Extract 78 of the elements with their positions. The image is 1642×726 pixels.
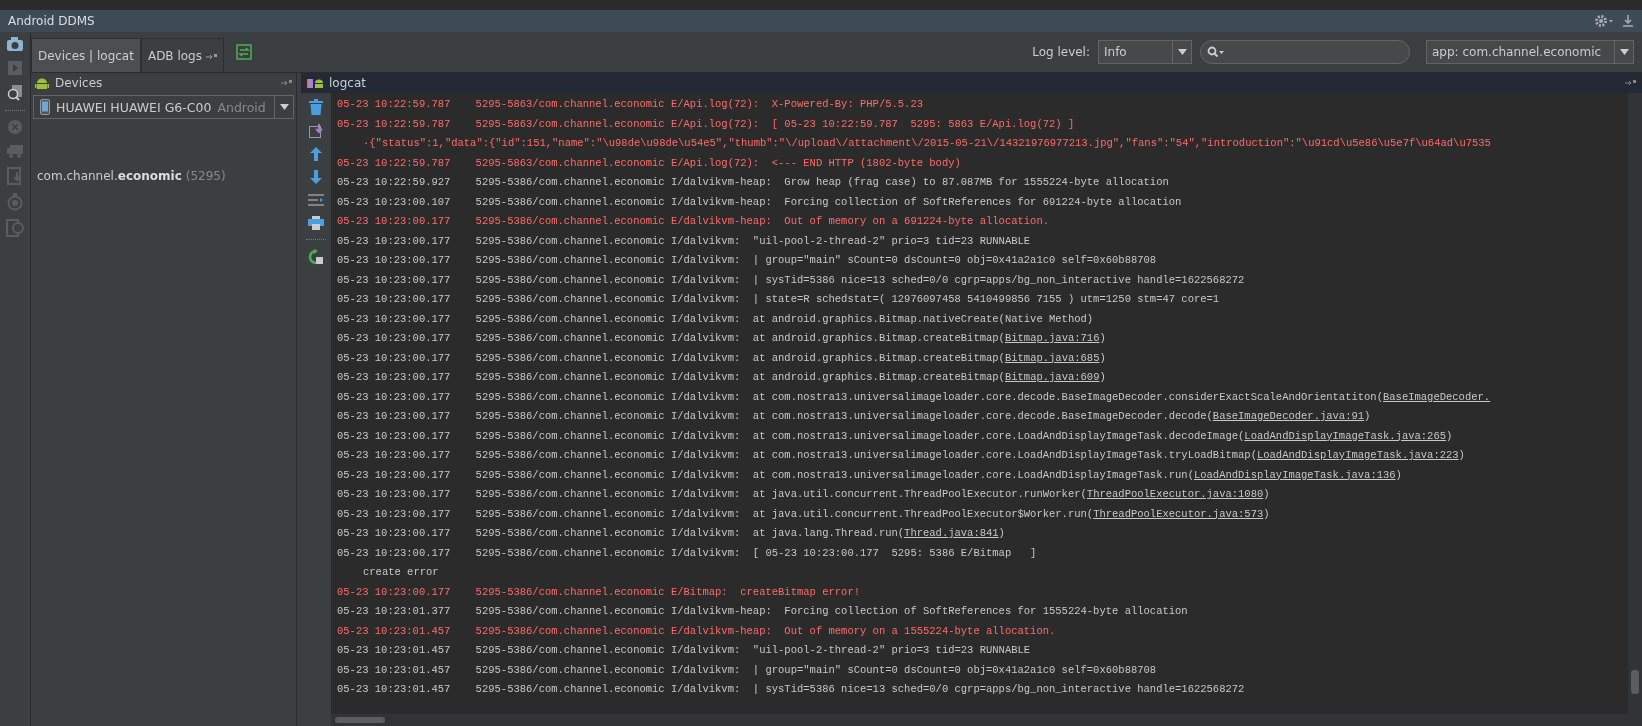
search-field[interactable] bbox=[1200, 40, 1410, 64]
log-line: 05-23 10:23:00.177 5295-5386/com.channel.economic I/dalvikvm: at com.nostra13.universalimageloader.core.decode.BaseImageDecoder.considerExactScaleAndOrientatiton(BaseImageDecoder. bbox=[337, 390, 1491, 403]
log-line: 05-23 10:23:00.177 5295-5386/com.channel.economic I/dalvikvm: | group="main" sCount=0 dsCount=0 obj=0x41a2a1c0 self=0x60b88708 bbox=[337, 254, 1157, 266]
scrollbar-thumb[interactable] bbox=[1631, 670, 1639, 694]
source-link[interactable]: LoadAndDisplayImageTask.java:223 bbox=[1256, 449, 1459, 461]
settings-icon[interactable] bbox=[1594, 14, 1614, 28]
log-line: 05-23 10:23:00.177 5295-5386/com.channel.economic I/dalvikvm: "uil-pool-2-thread-2" prio=3 tid=23 RUNNABLE bbox=[337, 234, 1031, 247]
logcat-icon bbox=[307, 77, 323, 89]
pin-icon[interactable] bbox=[205, 53, 217, 60]
log-line: 05-23 10:22:59.787 5295-5863/com.channel.economic E/Api.log(72): X-Powered-By: PHP/5.5.23 bbox=[337, 98, 923, 110]
arrow-up-icon[interactable] bbox=[310, 147, 322, 161]
log-line: 05-23 10:23:01.377 5295-5386/com.channel.economic I/dalvikvm-heap: Forcing collection of SoftReferences for 1555224-byte allocation bbox=[337, 605, 1188, 617]
caret-icon bbox=[1619, 49, 1629, 55]
log-line: 05-23 10:23:00.177 5295-5386/com.channel.economic I/dalvikvm: at android.graphics.Bitmap.createBitmap(Bitmap.java:685) bbox=[337, 351, 1106, 364]
window-title: Android DDMS bbox=[8, 14, 95, 28]
pin-icon[interactable] bbox=[1625, 80, 1636, 86]
log-line: ·{"status":1,"data":{"id":151,"name":"\u98de\u98de\u54e5","thumb":"\/upload\/attachment\/2015-05-21\/14321976977213.jpg","fans":"54","introduction":"\u91cd\u5e86\u5e7f\u64ad\u7535 bbox=[363, 137, 1491, 149]
search-screen-icon[interactable] bbox=[6, 84, 24, 102]
panel-title: Devices bbox=[55, 76, 103, 90]
log-line: 05-23 10:23:00.177 5295-5386/com.channel.economic I/dalvikvm: at com.nostra13.universalimageloader.core.LoadAndDisplayImageTask.tryLoadBitmap(LoadAndDisplayImageTask.java:223) bbox=[337, 449, 1465, 461]
source-link[interactable]: BaseImageDecoder.java:91 bbox=[1212, 410, 1365, 422]
android-icon bbox=[35, 76, 49, 90]
tab[interactable]: Devices | logcat bbox=[31, 38, 141, 72]
log-line: 05-23 10:23:00.107 5295-5386/com.channel.economic I/dalvikvm-heap: Forcing collection of SoftReferences for 691224-byte allocation bbox=[337, 195, 1182, 208]
log-line: 05-23 10:23:01.457 5295-5386/com.channel.economic I/dalvikvm: "uil-pool-2-thread-2" prio=3 tid=23 RUNNABLE bbox=[337, 644, 1031, 656]
log-line: 05-23 10:23:00.177 5295-5386/com.channel.economic I/dalvikvm: at java.util.concurrent.ThreadPoolExecutor$Worker.run(ThreadPoolExecutor.java:573) bbox=[337, 507, 1270, 520]
log-level-dropdown[interactable]: Info bbox=[1098, 40, 1192, 64]
log-line: 05-23 10:23:00.177 5295-5386/com.channel.economic I/dalvikvm: at java.lang.Thread.run(Thread.java:841) bbox=[337, 527, 1005, 539]
panel-title: logcat bbox=[329, 76, 366, 90]
log-line: 05-23 10:23:00.177 5295-5386/com.channel.economic I/dalvikvm: at com.nostra13.universalimageloader.core.decode.BaseImageDecoder.decode(BaseImageDecoder.java:91) bbox=[337, 410, 1371, 422]
restart-icon[interactable] bbox=[308, 249, 324, 265]
camera-icon[interactable] bbox=[6, 36, 24, 52]
log-line: 05-23 10:23:00.177 5295-5386/com.channel.economic I/dalvikvm: at com.nostra13.universalimageloader.core.LoadAndDisplayImageTask.decodeImage(LoadAndDisplayImageTask.java:265) bbox=[337, 429, 1453, 442]
import-icon[interactable] bbox=[309, 124, 323, 138]
log-line: 05-23 10:23:00.177 5295-5386/com.channel.economic I/dalvikvm: at android.graphics.Bitmap.createBitmap(Bitmap.java:716) bbox=[337, 332, 1106, 344]
log-line: 05-23 10:23:00.177 5295-5386/com.channel.economic I/dalvikvm: at com.nostra13.universalimageloader.core.LoadAndDisplayImageTask.run(LoadAndDisplayImageTask.java:136) bbox=[337, 468, 1402, 481]
caret-icon bbox=[1177, 49, 1187, 55]
log-line: 05-23 10:23:00.177 5295-5386/com.channel.economic I/dalvikvm: | sysTid=5386 nice=13 sched=0/0 cgrp=apps/bg_non_interactive handle=1622568272 bbox=[337, 273, 1245, 286]
log-line: 05-23 10:23:00.177 5295-5386/com.channel.economic I/dalvikvm: [ 05-23 10:23:00.177 5295: 5386 E/Bitmap ] bbox=[337, 546, 1037, 559]
log-line: 05-23 10:23:01.457 5295-5386/com.channel.economic I/dalvikvm: | group="main" sCount=0 dsCount=0 obj=0x41a2a1c0 self=0x60b88708 bbox=[337, 663, 1157, 676]
arrow-down-icon[interactable] bbox=[310, 170, 322, 184]
trash-icon[interactable] bbox=[309, 99, 323, 115]
wrap-icon[interactable] bbox=[308, 193, 324, 207]
swap-icon[interactable] bbox=[235, 44, 252, 60]
source-link[interactable]: BaseImageDecoder. bbox=[1383, 390, 1491, 403]
log-line: 05-23 10:22:59.787 5295-5863/com.channel.economic E/Api.log(72): <--- END HTTP (1802-byte body) bbox=[337, 156, 961, 169]
source-link[interactable]: Thread.java:841 bbox=[904, 527, 999, 539]
log-line: 05-23 10:22:59.787 5295-5863/com.channel.economic E/Api.log(72): [ 05-23 10:22:59.787 5295: 5863 E/Api.log(72) ] bbox=[337, 117, 1075, 130]
phone-icon bbox=[40, 99, 50, 115]
log-line: 05-23 10:23:00.177 5295-5386/com.channel.economic I/dalvikvm: at android.graphics.Bitmap.createBitmap(Bitmap.java:609) bbox=[337, 371, 1106, 383]
pin-icon[interactable] bbox=[281, 80, 292, 86]
log-line: 05-23 10:23:01.457 5295-5386/com.channel.economic I/dalvikvm: | sysTid=5386 nice=13 sched=0/0 cgrp=apps/bg_non_interactive handle=1622568272 bbox=[337, 683, 1245, 695]
app-filter-dropdown[interactable]: app: com.channel.economic bbox=[1426, 40, 1634, 64]
log-line: 05-23 10:23:00.177 5295-5386/com.channel.economic E/Bitmap: createBitmap error! bbox=[337, 585, 860, 598]
tab[interactable]: ADB logs bbox=[140, 38, 224, 72]
source-link[interactable]: LoadAndDisplayImageTask.java:265 bbox=[1244, 429, 1446, 442]
log-line: create error bbox=[363, 566, 439, 578]
source-link[interactable]: ThreadPoolExecutor.java:1080 bbox=[1086, 488, 1264, 500]
process-id: (5295) bbox=[185, 169, 226, 183]
log-line: 05-23 10:23:00.177 5295-5386/com.channel.economic I/dalvikvm: at android.graphics.Bitmap.nativeCreate(Native Method) bbox=[337, 312, 1094, 325]
log-level-label: Log level: bbox=[1032, 45, 1090, 59]
log-line: 05-23 10:22:59.927 5295-5386/com.channel.economic I/dalvikvm-heap: Grow heap (frag case) to 87.087MB for 1555224-byte allocation bbox=[337, 176, 1169, 188]
log-line: 05-23 10:23:00.177 5295-5386/com.channel.economic I/dalvikvm: at java.util.concurrent.ThreadPoolExecutor.runWorker(ThreadPoolExecutor.java:1080) bbox=[337, 488, 1270, 500]
source-link[interactable]: LoadAndDisplayImageTask.java:136 bbox=[1193, 468, 1396, 481]
source-link[interactable]: ThreadPoolExecutor.java:573 bbox=[1093, 507, 1264, 520]
search-icon bbox=[1207, 46, 1225, 58]
source-link[interactable]: Bitmap.java:716 bbox=[1004, 332, 1100, 344]
log-line: 05-23 10:23:00.177 5295-5386/com.channel.economic E/dalvikvm-heap: Out of memory on a 691224-byte allocation. bbox=[337, 215, 1050, 227]
source-link[interactable]: Bitmap.java:685 bbox=[1004, 351, 1100, 364]
device-dropdown[interactable]: HUAWEI HUAWEI G6-C00 Android bbox=[33, 95, 294, 119]
source-link[interactable]: Bitmap.java:609 bbox=[1004, 371, 1100, 383]
scrollbar-thumb[interactable] bbox=[335, 717, 385, 723]
caret-icon bbox=[279, 104, 289, 110]
process-name[interactable]: com.channel.economic bbox=[37, 169, 182, 183]
log-line: 05-23 10:23:01.457 5295-5386/com.channel.economic E/dalvikvm-heap: Out of memory on a 1555224-byte allocation. bbox=[337, 624, 1056, 637]
download-icon[interactable] bbox=[1622, 14, 1634, 28]
print-icon[interactable] bbox=[308, 216, 324, 230]
log-line: 05-23 10:23:00.177 5295-5386/com.channel.economic I/dalvikvm: | state=R schedstat=( 12976097458 5410499856 7155 ) utm=1250 stm=47 core=1 bbox=[337, 293, 1220, 305]
